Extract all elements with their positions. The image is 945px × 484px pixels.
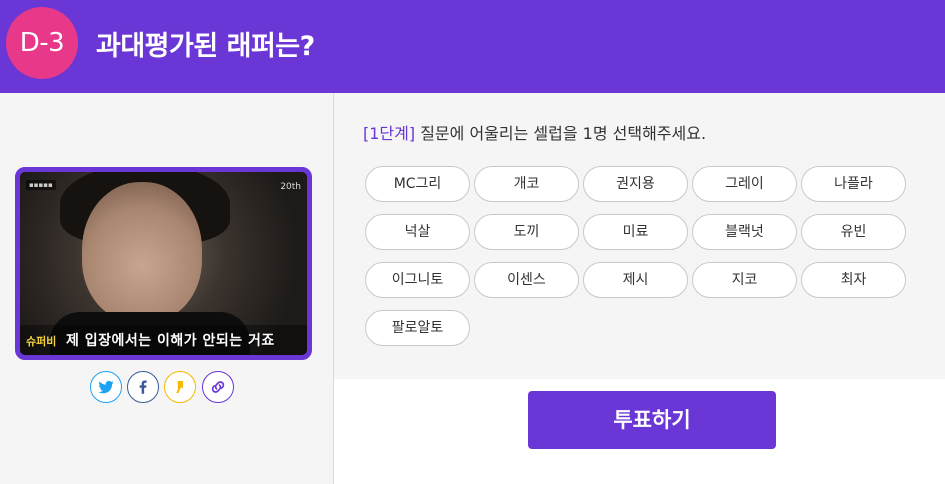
link-icon — [211, 381, 225, 393]
vote-button[interactable]: 투표하기 — [528, 391, 776, 449]
caption-text: 제 입장에서는 이해가 안되는 거죠 — [66, 333, 275, 349]
option-button[interactable]: 제시 — [583, 262, 688, 298]
kakaostory-icon — [176, 381, 183, 393]
twitter-icon — [98, 380, 114, 394]
option-button[interactable]: 도끼 — [474, 214, 579, 250]
option-button[interactable]: 유빈 — [801, 214, 906, 250]
link-copy-button[interactable] — [202, 371, 234, 403]
option-button[interactable]: 이그니토 — [365, 262, 470, 298]
page-title: 과대평가된 래퍼는? — [96, 31, 315, 62]
kakaostory-share-button[interactable] — [164, 371, 196, 403]
dday-badge: D-3 — [6, 7, 78, 79]
instruction-body: 질문에 어울리는 셀럽을 1명 선택해주세요. — [415, 124, 707, 143]
thumbnail-badge: 20th — [280, 182, 301, 192]
video-thumbnail[interactable]: ▪▪▪▪▪ 20th 슈퍼비 제 입장에서는 이해가 안되는 거죠 — [15, 167, 312, 360]
instruction-step: [1단계] — [363, 124, 416, 143]
facebook-share-button[interactable] — [127, 371, 159, 403]
option-button[interactable]: 블랙넛 — [692, 214, 797, 250]
option-button[interactable]: 개코 — [474, 166, 579, 202]
option-button[interactable]: MC그리 — [365, 166, 470, 202]
option-button[interactable]: 팔로알토 — [365, 310, 470, 346]
thumbnail-caption: 슈퍼비 제 입장에서는 이해가 안되는 거죠 — [20, 325, 307, 355]
option-button[interactable]: 넉살 — [365, 214, 470, 250]
option-button[interactable]: 이센스 — [474, 262, 579, 298]
facebook-icon — [139, 380, 147, 394]
thumbnail-face-shape — [82, 182, 202, 322]
instruction-text: [1단계] 질문에 어울리는 셀럽을 1명 선택해주세요. — [363, 120, 706, 144]
option-button[interactable]: 권지용 — [583, 166, 688, 202]
option-button[interactable]: 지코 — [692, 262, 797, 298]
option-button[interactable]: 최자 — [801, 262, 906, 298]
twitter-share-button[interactable] — [90, 371, 122, 403]
option-button[interactable]: 그레이 — [692, 166, 797, 202]
header-bar: D-3 과대평가된 래퍼는? — [0, 0, 945, 93]
option-button[interactable]: 미료 — [583, 214, 688, 250]
option-button[interactable]: 나플라 — [801, 166, 906, 202]
thumbnail-logo: ▪▪▪▪▪ — [26, 180, 56, 190]
caption-speaker: 슈퍼비 — [26, 335, 57, 348]
